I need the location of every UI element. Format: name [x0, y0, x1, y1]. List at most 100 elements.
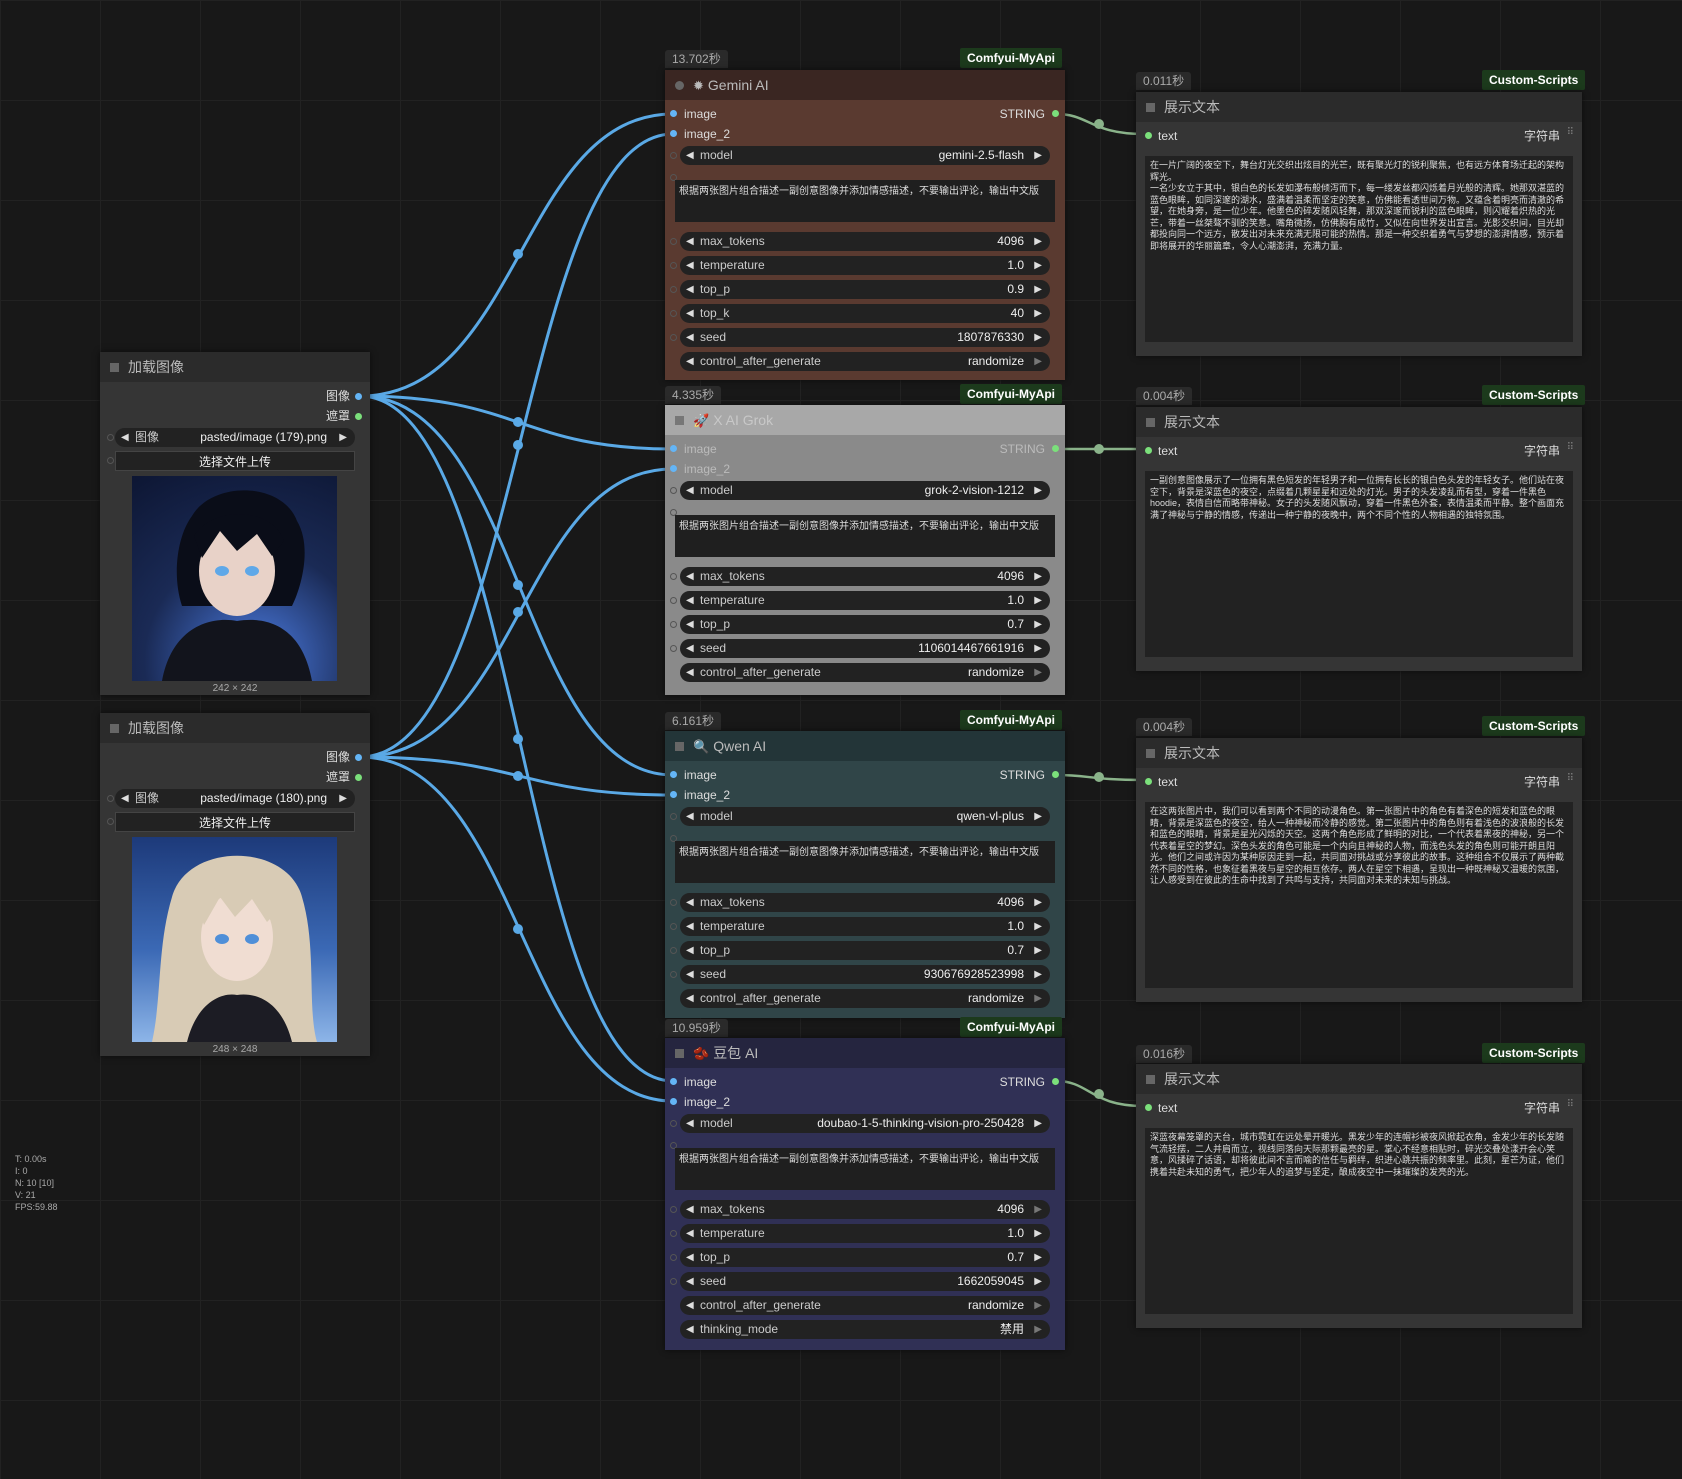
- temperature-widget[interactable]: ◀ temperature 1.0 ▶: [680, 256, 1050, 275]
- output-string-slot[interactable]: [1052, 445, 1059, 452]
- arrow-left-icon[interactable]: ◀: [686, 256, 694, 275]
- arrow-left-icon[interactable]: ◀: [686, 663, 694, 682]
- arrow-left-icon[interactable]: ◀: [686, 146, 694, 165]
- arrow-left-icon[interactable]: ◀: [686, 917, 694, 936]
- output-string-slot[interactable]: [1052, 110, 1059, 117]
- top-p-widget[interactable]: ◀ top_p 0.7 ▶: [680, 615, 1050, 634]
- input-image-slot[interactable]: [670, 771, 677, 778]
- wire-midpoint[interactable]: [513, 417, 523, 427]
- widget-input-slot[interactable]: [670, 262, 677, 269]
- prompt-textarea[interactable]: 根据两张图片组合描述一副创意图像并添加情感描述，不要输出评论，输出中文版: [675, 515, 1055, 557]
- collapse-toggle[interactable]: [675, 81, 684, 90]
- arrow-left-icon[interactable]: ◀: [686, 481, 694, 500]
- widget-input-slot[interactable]: [670, 1278, 677, 1285]
- wire-midpoint[interactable]: [513, 607, 523, 617]
- widget-input-slot[interactable]: [670, 947, 677, 954]
- text-output-area[interactable]: 在这两张图片中，我们可以看到两个不同的动漫角色。第一张图片中的角色有着深色的短发…: [1145, 802, 1573, 988]
- arrow-right-icon[interactable]: ▶: [339, 428, 347, 447]
- grip-icon[interactable]: ⠿: [1567, 773, 1574, 784]
- node-title-bar[interactable]: 🔍 Qwen AI: [665, 731, 1065, 761]
- collapse-toggle[interactable]: [675, 416, 684, 425]
- max-tokens-widget[interactable]: ◀ max_tokens 4096 ▶: [680, 567, 1050, 586]
- node-title-bar[interactable]: 🚀 X AI Grok: [665, 405, 1065, 435]
- arrow-right-icon[interactable]: ▶: [1034, 807, 1042, 826]
- doubao-ai-node[interactable]: 🫘 豆包 AI image image_2 STRING ◀ model doubao…: [665, 1038, 1065, 1350]
- arrow-right-icon[interactable]: ▶: [1034, 917, 1042, 936]
- widget-input-slot[interactable]: [670, 573, 677, 580]
- arrow-left-icon[interactable]: ◀: [121, 428, 129, 447]
- widget-input-slot[interactable]: [670, 923, 677, 930]
- arrow-left-icon[interactable]: ◀: [686, 328, 694, 347]
- top-p-widget[interactable]: ◀ top_p 0.7 ▶: [680, 941, 1050, 960]
- widget-input-slot[interactable]: [670, 971, 677, 978]
- top-k-widget[interactable]: ◀ top_k 40 ▶: [680, 304, 1050, 323]
- temperature-widget[interactable]: ◀ temperature 1.0 ▶: [680, 1224, 1050, 1243]
- arrow-left-icon[interactable]: ◀: [686, 1320, 694, 1339]
- control-after-generate-widget[interactable]: ◀ control_after_generate randomize ▶: [680, 352, 1050, 371]
- prompt-textarea[interactable]: 根据两张图片组合描述一副创意图像并添加情感描述，不要输出评论，输出中文版: [675, 1148, 1055, 1190]
- arrow-left-icon[interactable]: ◀: [686, 893, 694, 912]
- collapse-toggle[interactable]: [1146, 418, 1155, 427]
- model-selector[interactable]: ◀ model qwen-vl-plus ▶: [680, 807, 1050, 826]
- node-title-bar[interactable]: 展示文本: [1136, 407, 1582, 437]
- upload-button[interactable]: 选择文件上传: [115, 812, 355, 832]
- arrow-right-icon[interactable]: ▶: [1034, 328, 1042, 347]
- wire-midpoint[interactable]: [513, 580, 523, 590]
- arrow-left-icon[interactable]: ◀: [686, 1224, 694, 1243]
- control-after-generate-widget[interactable]: ◀ control_after_generate randomize ▶: [680, 663, 1050, 682]
- arrow-right-icon[interactable]: ▶: [1034, 1200, 1042, 1219]
- arrow-left-icon[interactable]: ◀: [686, 965, 694, 984]
- show-text-node-3[interactable]: 展示文本 text 字符串 ⠿ 在这两张图片中，我们可以看到两个不同的动漫角色。…: [1136, 738, 1582, 1002]
- max-tokens-widget[interactable]: ◀ max_tokens 4096 ▶: [680, 232, 1050, 251]
- input-image2-slot[interactable]: [670, 1098, 677, 1105]
- wire-midpoint[interactable]: [1094, 772, 1104, 782]
- seed-widget[interactable]: ◀ seed 930676928523998 ▶: [680, 965, 1050, 984]
- widget-input-slot[interactable]: [670, 238, 677, 245]
- widget-input-slot[interactable]: [670, 899, 677, 906]
- arrow-left-icon[interactable]: ◀: [686, 639, 694, 658]
- output-string-slot[interactable]: [1052, 771, 1059, 778]
- upload-button[interactable]: 选择文件上传: [115, 451, 355, 471]
- load-image-node-1[interactable]: 加载图像 图像 遮罩 ◀ 图像 pasted/image (179).png ▶…: [100, 352, 370, 695]
- arrow-left-icon[interactable]: ◀: [686, 591, 694, 610]
- load-image-node-2[interactable]: 加载图像 图像 遮罩 ◀ 图像 pasted/image (180).png ▶…: [100, 713, 370, 1056]
- text-output-area[interactable]: 在一片广阔的夜空下，舞台灯光交织出炫目的光芒，既有聚光灯的锐利聚焦，也有远方体育…: [1145, 156, 1573, 342]
- arrow-left-icon[interactable]: ◀: [686, 304, 694, 323]
- prompt-textarea[interactable]: 根据两张图片组合描述一副创意图像并添加情感描述，不要输出评论，输出中文版: [675, 180, 1055, 222]
- widget-input-slot[interactable]: [107, 795, 114, 802]
- arrow-left-icon[interactable]: ◀: [686, 232, 694, 251]
- image-file-selector[interactable]: ◀ 图像 pasted/image (179).png ▶: [115, 428, 355, 447]
- input-image2-slot[interactable]: [670, 791, 677, 798]
- arrow-left-icon[interactable]: ◀: [686, 280, 694, 299]
- collapse-toggle[interactable]: [1146, 1075, 1155, 1084]
- arrow-right-icon[interactable]: ▶: [1034, 304, 1042, 323]
- input-text-slot[interactable]: [1145, 778, 1152, 785]
- arrow-right-icon[interactable]: ▶: [1034, 615, 1042, 634]
- show-text-node-1[interactable]: 展示文本 text 字符串 ⠿ 在一片广阔的夜空下，舞台灯光交织出炫目的光芒，既…: [1136, 92, 1582, 356]
- show-text-node-4[interactable]: 展示文本 text 字符串 ⠿ 深蓝夜幕笼罩的天台，城市霓虹在远处晕开暖光。黑发…: [1136, 1064, 1582, 1328]
- seed-widget[interactable]: ◀ seed 1662059045 ▶: [680, 1272, 1050, 1291]
- arrow-right-icon[interactable]: ▶: [1034, 965, 1042, 984]
- model-selector[interactable]: ◀ model gemini-2.5-flash ▶: [680, 146, 1050, 165]
- widget-input-slot[interactable]: [107, 457, 114, 464]
- collapse-toggle[interactable]: [110, 724, 119, 733]
- wire-midpoint[interactable]: [513, 771, 523, 781]
- output-mask-slot[interactable]: [355, 413, 362, 420]
- node-title-bar[interactable]: 加载图像: [100, 713, 370, 743]
- arrow-left-icon[interactable]: ◀: [686, 1296, 694, 1315]
- grip-icon[interactable]: ⠿: [1567, 442, 1574, 453]
- input-image2-slot[interactable]: [670, 465, 677, 472]
- arrow-left-icon[interactable]: ◀: [686, 567, 694, 586]
- arrow-right-icon[interactable]: ▶: [1034, 1224, 1042, 1243]
- widget-input-slot[interactable]: [670, 1206, 677, 1213]
- widget-input-slot[interactable]: [670, 1230, 677, 1237]
- input-text-slot[interactable]: [1145, 1104, 1152, 1111]
- input-image-slot[interactable]: [670, 1078, 677, 1085]
- input-image2-slot[interactable]: [670, 130, 677, 137]
- arrow-right-icon[interactable]: ▶: [1034, 280, 1042, 299]
- wire-midpoint[interactable]: [513, 440, 523, 450]
- node-title-bar[interactable]: ✹ Gemini AI: [665, 70, 1065, 100]
- arrow-right-icon[interactable]: ▶: [1034, 941, 1042, 960]
- arrow-right-icon[interactable]: ▶: [1034, 481, 1042, 500]
- collapse-toggle[interactable]: [675, 1049, 684, 1058]
